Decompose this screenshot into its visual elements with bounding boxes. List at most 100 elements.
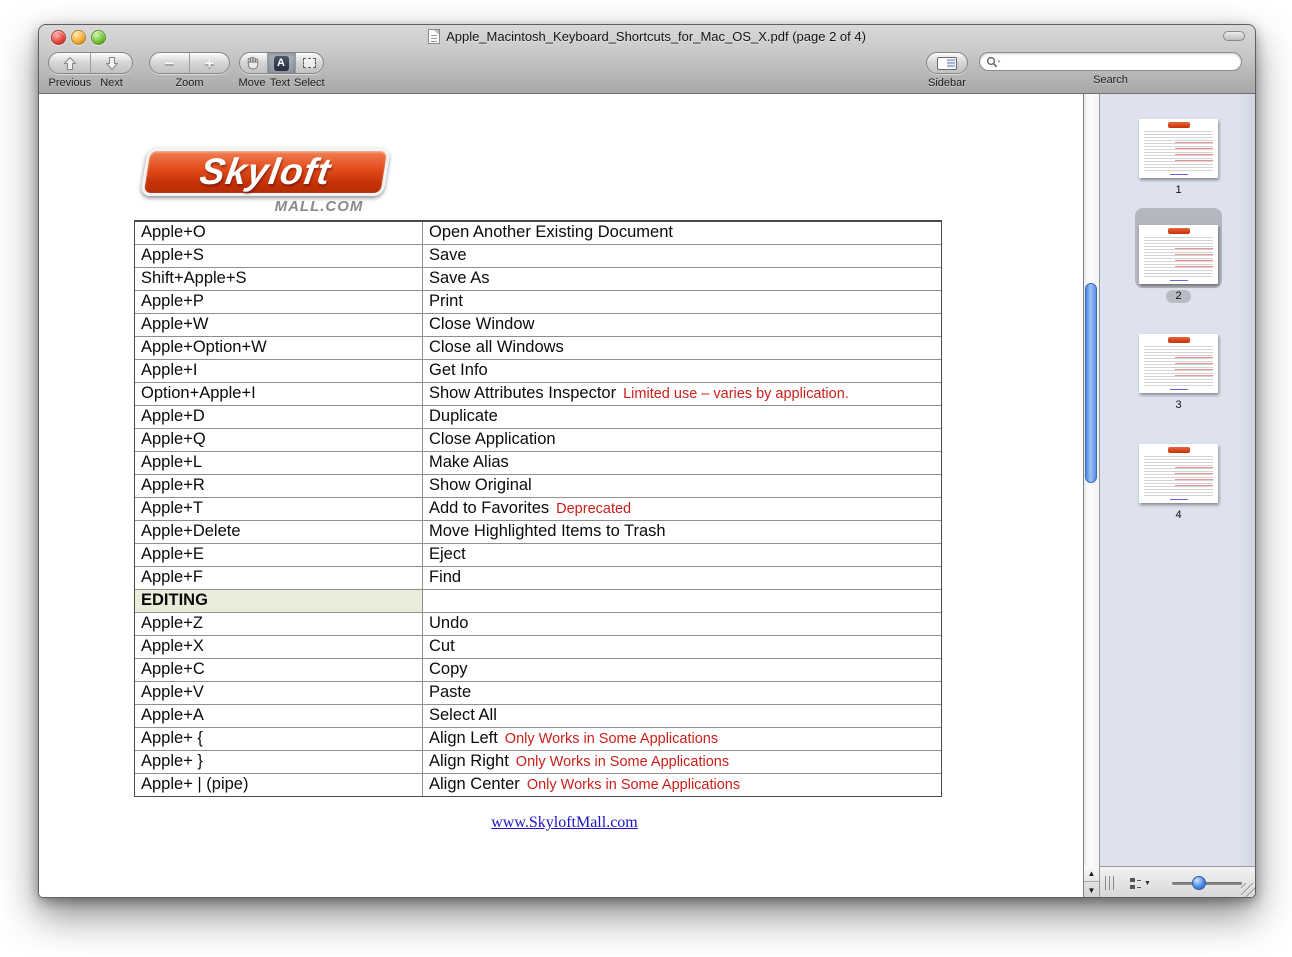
page-thumbnail-item[interactable]: 3 [1100,334,1256,411]
shortcut-action: Paste [429,683,471,701]
select-tool-button[interactable] [295,53,323,73]
shortcut-key: Apple+Q [135,429,423,451]
move-hand-icon [246,56,260,70]
window-title: Apple_Macintosh_Keyboard_Shortcuts_for_M… [446,29,866,44]
table-row: Apple+ASelect All [135,704,941,727]
table-row: Apple+PPrint [135,290,941,313]
skyloftmall-link[interactable]: www.SkyloftMall.com [477,814,652,832]
sidebar-panel-icon [937,57,957,70]
shortcut-key: Apple+O [135,222,423,244]
zoom-out-button[interactable]: − [150,53,189,73]
text-tool-button[interactable]: A [267,53,295,73]
shortcut-action-cell: Align CenterOnly Works in Some Applicati… [423,774,941,796]
thumb-content-lines [1144,131,1213,172]
shortcut-action: Make Alias [429,453,509,471]
search-group: Search [979,52,1242,86]
shortcut-action-cell: Align LeftOnly Works in Some Application… [423,728,941,750]
thumb-logo [1168,228,1190,234]
thumb-link-line [1170,174,1188,175]
shortcut-action-cell: Eject [423,544,941,566]
thumb-link-line [1170,499,1188,500]
shortcut-action-cell: Make Alias [423,452,941,474]
move-tool-button[interactable] [240,53,267,73]
table-row: Apple+EEject [135,543,941,566]
table-row: Apple+W Close Window [135,313,941,336]
shortcut-action: Close all Windows [429,338,564,356]
window-title-area: Apple_Macintosh_Keyboard_Shortcuts_for_M… [39,29,1255,44]
document-scrollbar-thumb[interactable] [1085,283,1097,483]
page-thumbnail-item[interactable]: 2 [1100,208,1256,303]
shortcut-action-cell: Get Info [423,360,941,382]
table-row: Apple+ZUndo [135,612,941,635]
document-proxy-icon[interactable] [428,29,440,44]
pdf-page-view: Skyloft MALL.COM Apple+OOpen Another Exi… [39,94,1083,898]
shortcut-key: Apple+P [135,291,423,313]
thumbnail-size-slider[interactable] [1172,882,1242,885]
shortcut-action-cell: Undo [423,613,941,635]
table-row: Apple+DDuplicate [135,405,941,428]
page-thumbnail[interactable] [1139,225,1218,284]
shortcut-action-cell: Select All [423,705,941,727]
shortcut-key: EDITING [135,590,423,612]
previous-page-button[interactable] [49,53,90,73]
thumbnail-sidebar: 1 2 3 4 [1099,94,1256,866]
shortcut-action-cell: Align RightOnly Works in Some Applicatio… [423,751,941,773]
shortcut-key: Apple+L [135,452,423,474]
shortcut-note: Limited use – varies by application. [623,386,849,402]
shortcut-action-cell: Print [423,291,941,313]
shortcut-action: Duplicate [429,407,498,425]
shortcut-key: Apple+R [135,475,423,497]
table-row: Apple+XCut [135,635,941,658]
scroll-down-button[interactable]: ▼ [1084,882,1099,898]
page-thumbnail[interactable] [1139,444,1218,503]
shortcut-action: Close Window [429,315,534,333]
shortcut-note: Only Works in Some Applications [527,777,740,793]
shortcut-action: Get Info [429,361,488,379]
table-row: Apple+RShow Original [135,474,941,497]
splitter-drag-handle[interactable] [1105,876,1117,890]
thumb-logo [1168,122,1190,128]
shortcut-key: Apple+V [135,682,423,704]
thumb-link-line [1170,280,1188,281]
shortcut-key: Apple+ | (pipe) [135,774,423,796]
page-thumbnail[interactable] [1139,334,1218,393]
search-field[interactable] [979,52,1242,71]
shortcut-key: Apple+ } [135,751,423,773]
select-marquee-icon [303,58,316,68]
next-label: Next [91,77,133,89]
shortcut-key: Option+Apple+I [135,383,423,405]
shortcut-table: Apple+OOpen Another Existing DocumentApp… [134,220,942,797]
sidebar-toggle-button[interactable] [926,52,968,74]
thumbnail-view-options-button[interactable]: ▼ [1130,874,1158,892]
sidebar-toggle-group: Sidebar [926,52,968,89]
shortcut-action: Undo [429,614,468,632]
scroll-up-button[interactable]: ▲ [1084,866,1099,882]
previous-label: Previous [49,77,91,89]
zoom-label: Zoom [150,77,230,89]
titlebar[interactable]: Apple_Macintosh_Keyboard_Shortcuts_for_M… [39,25,1255,48]
page-thumbnail-item[interactable]: 4 [1100,444,1256,521]
shortcut-action: Align Left [429,729,498,747]
page-nav-group: Previous Next [48,52,133,89]
search-magnifier-icon [986,56,1001,68]
zoom-out-icon: − [165,55,175,72]
table-section-row: EDITING [135,589,941,612]
page-thumbnail[interactable] [1139,119,1218,178]
search-input[interactable] [1001,53,1241,70]
shortcut-key: Apple+ { [135,728,423,750]
shortcut-key: Apple+A [135,705,423,727]
table-row: Apple+TAdd to FavoritesDeprecated [135,497,941,520]
window-resize-grip[interactable] [1241,883,1255,897]
shortcut-action-cell: Move Highlighted Items to Trash [423,521,941,543]
scrollbar-arrow-buttons: ▲ ▼ [1083,866,1099,898]
page-thumbnail-item[interactable]: 1 [1100,119,1256,196]
thumb-link-line [1170,389,1188,390]
table-row: Apple+L Make Alias [135,451,941,474]
next-page-button[interactable] [90,53,132,73]
shortcut-key: Apple+W [135,314,423,336]
thumb-logo [1168,447,1190,453]
slider-knob[interactable] [1192,876,1206,890]
window-header: Apple_Macintosh_Keyboard_Shortcuts_for_M… [39,25,1255,94]
zoom-in-button[interactable]: + [189,53,229,73]
toolbar-toggle-lozenge[interactable] [1223,31,1245,41]
